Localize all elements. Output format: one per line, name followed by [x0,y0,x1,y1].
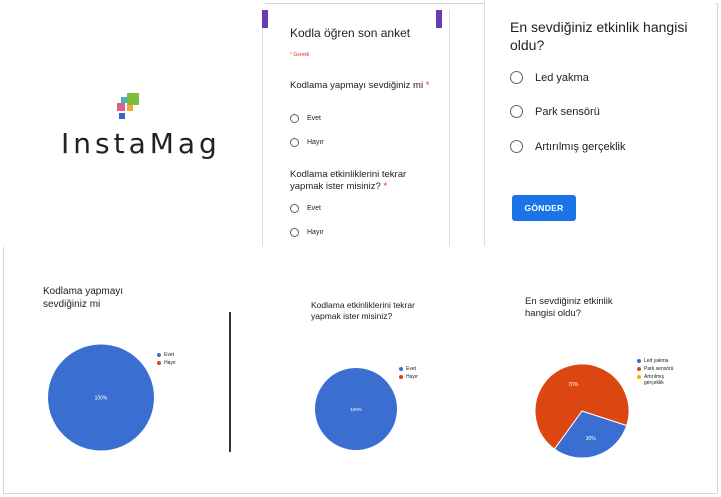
radio-button-icon[interactable] [290,204,299,213]
q1-option-hayir[interactable]: Hayır [290,138,324,147]
legend-swatch [399,366,403,371]
activity-option-park[interactable]: Park sensörü [510,105,600,118]
chart-1-legend: Evet Hayır [157,352,176,368]
q2-option-hayir[interactable]: Hayır [290,228,324,237]
legend-swatch [399,374,403,379]
chart-1-pie: 100% [48,344,154,451]
form-accent-bar-right [436,10,442,28]
legend-label: Artırılmış gerçeklik [644,374,664,386]
activity-option-ar[interactable]: Artırılmış gerçeklik [510,140,625,153]
question-1-label: Kodlama yapmayı sevdiğiniz mi * [290,80,430,92]
question-1-text: Kodlama yapmayı sevdiğiniz mi [290,80,424,91]
option-label: Evet [307,205,322,212]
chart-1-title: Kodlama yapmayı sevdiğiniz mi [43,286,124,310]
option-label: Artırılmış gerçeklik [535,140,626,153]
chart-3-pie: 30% 70% [534,363,630,459]
legend-item: Hayır [399,374,418,380]
legend-swatch [637,366,641,371]
logo-square-pink [117,103,125,111]
logo-square-blue [119,113,125,119]
option-label: Evet [307,115,322,122]
chart-2-title: Kodlama etkinliklerini tekrar yapmak ist… [311,300,415,321]
panel-divider [229,312,231,452]
chart-2-pie: 100% [315,368,397,450]
legend-swatch [157,352,161,357]
question-2-label: Kodlama etkinliklerini tekrar yapmak ist… [290,169,430,193]
legend-item: Park sensörü [637,366,676,372]
pie-slice-label: 30% [586,436,597,442]
chart-3-legend: Led yakma Park sensörü Artırılmış gerçekli… [637,358,676,388]
legend-item: Artırılmış gerçeklik [637,374,676,386]
activity-question-title: En sevdiğiniz etkinlik hangisi oldu? [510,19,688,53]
legend-swatch [637,358,641,363]
q2-option-evet[interactable]: Evet [290,204,321,213]
option-label: Led yakma [535,71,589,84]
activity-option-led[interactable]: Led yakma [510,71,589,84]
form-title: Kodla öğren son anket [290,26,411,40]
q1-option-evet[interactable]: Evet [290,114,321,123]
pie-slice-label: 70% [568,382,579,388]
instamag-logo-icon [117,93,139,119]
logo-wordmark: InstaMag [61,127,221,160]
radio-button-icon[interactable] [510,71,523,84]
legend-swatch [637,374,641,379]
chart-3-title: En sevdiğiniz etkinlik hangisi oldu? [525,296,613,319]
legend-swatch [157,360,161,365]
logo-square-cyan [121,97,127,103]
pie-slice-label: 100% [350,407,362,412]
required-star: * [383,181,388,192]
chart-2-legend: Evet Hayır [399,366,418,382]
required-note: * Gerekli [290,52,310,58]
form-accent-bar-left [262,10,268,28]
legend-item: Hayır [157,360,176,366]
question-2-text: Kodlama etkinliklerini tekrar yapmak ist… [290,169,407,192]
option-label: Hayır [307,229,324,236]
legend-label: Led yakma [644,358,669,364]
legend-label: Park sensörü [644,366,674,372]
legend-label: Evet [164,352,175,358]
option-label: Park sensörü [535,105,600,118]
legend-label: Hayır [164,360,176,366]
radio-button-icon[interactable] [510,140,523,153]
logo-square-orange [127,105,133,111]
legend-item: Led yakma [637,358,676,364]
legend-item: Evet [399,366,418,372]
legend-item: Evet [157,352,176,358]
required-star: * [425,80,430,91]
radio-button-icon[interactable] [290,228,299,237]
radio-button-icon[interactable] [290,138,299,147]
legend-label: Hayır [406,374,418,380]
option-label: Hayır [307,139,324,146]
submit-button[interactable]: GÖNDER [512,195,576,221]
radio-button-icon[interactable] [290,114,299,123]
radio-button-icon[interactable] [510,105,523,118]
logo-square-green [127,93,139,105]
logo-panel: InstaMag [3,3,265,247]
pie-slice-label: 100% [95,396,108,402]
legend-label: Evet [406,366,417,372]
